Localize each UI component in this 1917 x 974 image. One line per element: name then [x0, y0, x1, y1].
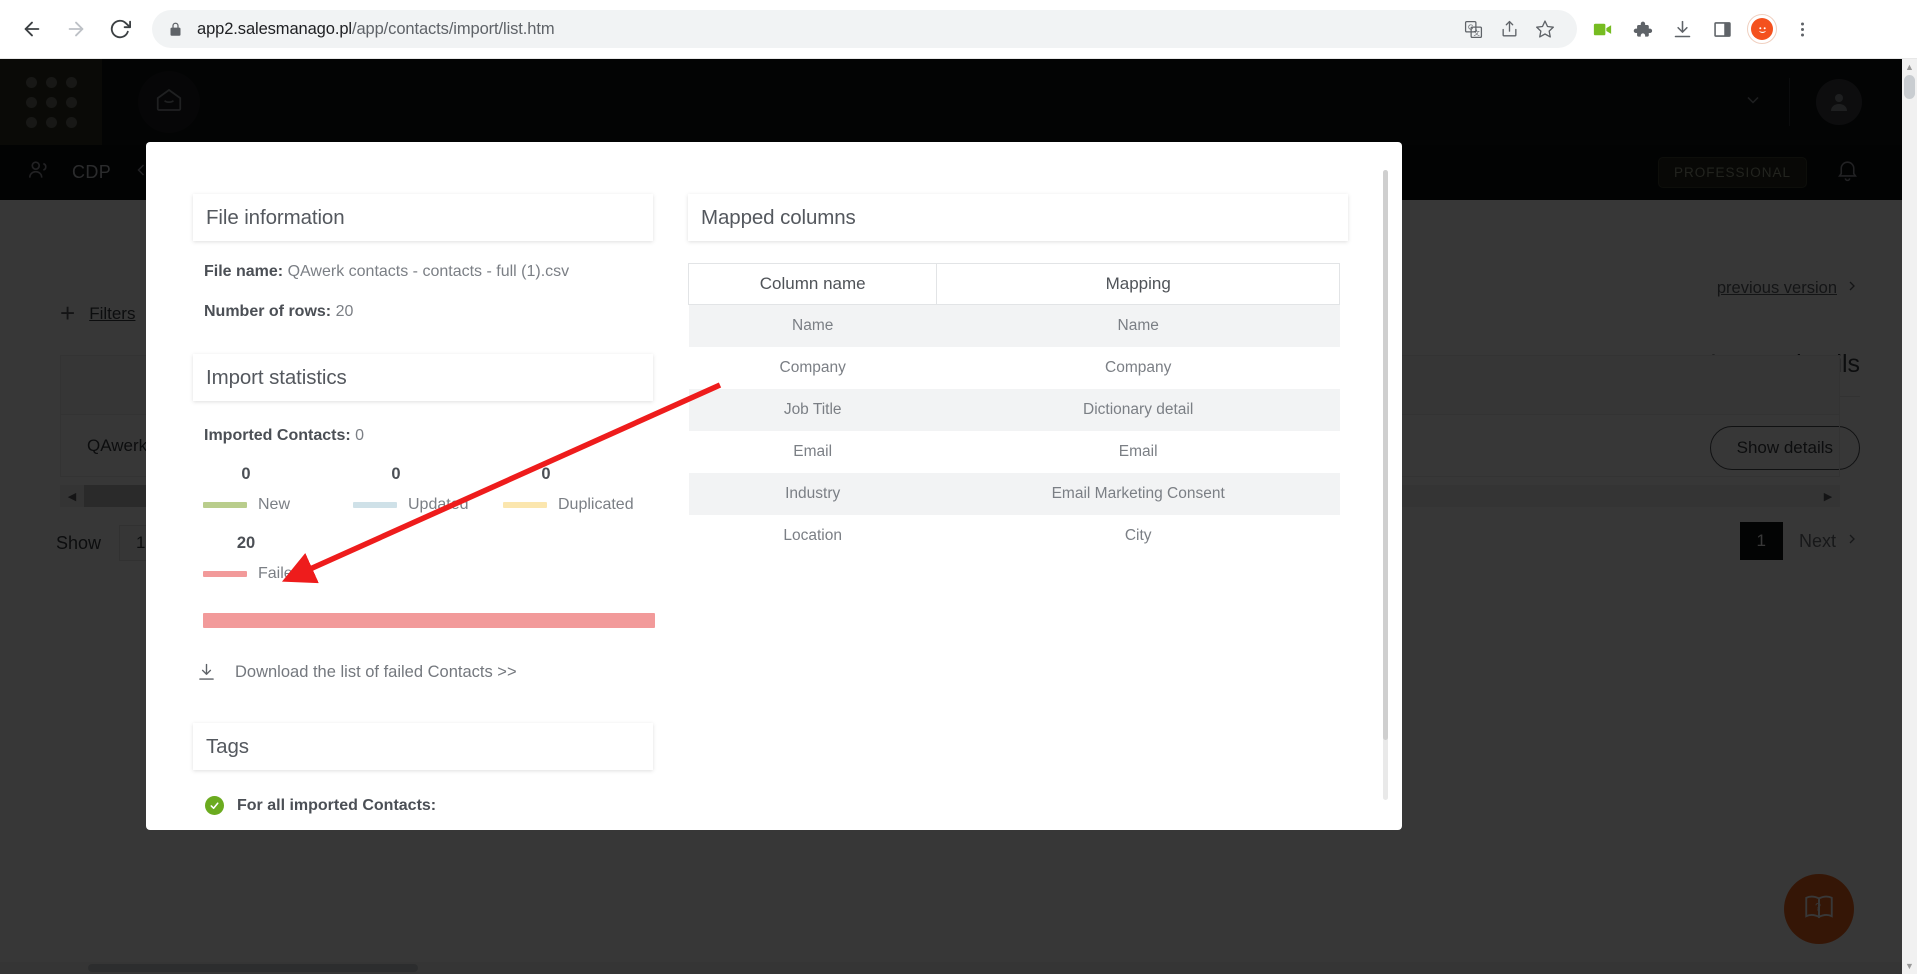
legend-value-updated: 0: [391, 465, 401, 483]
cell-mapping: City: [1124, 526, 1152, 544]
legend-value-failed: 20: [236, 534, 256, 552]
check-circle-icon: [205, 796, 224, 815]
reload-button[interactable]: [98, 7, 142, 51]
browser-toolbar: app2.salesmanago.pl/app/contacts/import/…: [0, 0, 1917, 59]
legend-label-duplicated: Duplicated: [558, 496, 634, 513]
tags-section: Tags For all imported Contacts:: [193, 723, 653, 815]
page-scrollbar[interactable]: ▲ ▼: [1902, 59, 1917, 974]
video-camera-icon[interactable]: [1585, 12, 1619, 46]
table-row: Name Name: [688, 304, 1340, 347]
mapped-columns-header: Mapped columns: [688, 194, 1348, 241]
legend-label-updated: Updated: [408, 496, 469, 513]
cell-column-name: Job Title: [688, 388, 937, 431]
scroll-up-arrow-icon[interactable]: ▲: [1902, 59, 1917, 75]
rows-value: 20: [335, 303, 354, 320]
legend-item-duplicated: 0 Duplicated: [503, 465, 653, 514]
cell-column-name: Email: [793, 442, 833, 460]
imported-contacts-label: Imported Contacts:: [204, 427, 351, 444]
back-button[interactable]: [10, 7, 54, 51]
tags-all-imported-row: For all imported Contacts:: [205, 796, 653, 815]
imported-contacts-row: Imported Contacts: 0: [204, 427, 653, 445]
rows-label: Number of rows:: [204, 303, 332, 320]
failed-progress-bar: [203, 613, 655, 628]
legend-swatch-duplicated: [503, 502, 547, 508]
cell-column-name: Location: [783, 526, 842, 544]
url-host: app2.salesmanago.pl: [197, 19, 352, 38]
star-icon[interactable]: [1529, 13, 1561, 45]
three-dot-menu-icon[interactable]: [1785, 12, 1819, 46]
right-column: Mapped columns Column name Mapping Name: [687, 194, 1348, 557]
table-row: Location City: [689, 515, 1340, 557]
download-icon: [196, 662, 217, 683]
cell-column-name: Industry: [688, 472, 937, 515]
file-information-title: File information: [206, 205, 345, 229]
scroll-down-arrow-icon[interactable]: ▼: [1902, 958, 1917, 974]
imported-contacts-value: 0: [355, 427, 365, 444]
stats-legend-row-1: 0 New 0 Updated 0 Duplicated: [193, 465, 653, 514]
cell-mapping: Company: [1105, 358, 1172, 376]
table-header-row: Column name Mapping: [687, 263, 1340, 305]
url-text: app2.salesmanago.pl/app/contacts/import/…: [197, 19, 555, 39]
cell-mapping: Email Marketing Consent: [936, 472, 1340, 515]
profile-avatar-icon[interactable]: [1745, 12, 1779, 46]
cell-mapping: Email: [1118, 442, 1158, 460]
tags-all-imported-label: For all imported Contacts:: [237, 796, 437, 814]
mapped-columns-table: Column name Mapping Name Name Company Co…: [687, 263, 1340, 557]
translate-icon[interactable]: G文: [1457, 13, 1489, 45]
share-icon[interactable]: [1493, 13, 1525, 45]
number-of-rows-row: Number of rows: 20: [204, 303, 653, 321]
stats-legend-row-2: 20 Failed: [193, 534, 653, 583]
download-failed-contacts-link[interactable]: Download the list of failed Contacts >>: [196, 662, 653, 683]
page-scrollbar-thumb[interactable]: [1904, 75, 1915, 99]
table-row: Company Company: [689, 347, 1340, 389]
file-information-header: File information: [193, 194, 653, 241]
cell-mapping: Dictionary detail: [936, 388, 1340, 431]
import-summary-modal: File information File name: QAwerk conta…: [146, 142, 1402, 830]
legend-swatch-new: [203, 502, 247, 508]
cell-column-name: Name: [688, 304, 937, 347]
table-row: Industry Email Marketing Consent: [688, 472, 1340, 515]
import-statistics-title: Import statistics: [206, 365, 347, 389]
import-statistics-section: Import statistics Imported Contacts: 0 0: [193, 354, 655, 683]
cell-mapping: Name: [936, 304, 1340, 347]
lock-icon[interactable]: [168, 22, 183, 37]
modal-scrollbar-track[interactable]: [1383, 170, 1388, 800]
legend-item-failed: 20 Failed: [203, 534, 379, 583]
tags-title: Tags: [206, 734, 249, 758]
left-column: File information File name: QAwerk conta…: [193, 194, 655, 815]
side-panel-icon[interactable]: [1705, 12, 1739, 46]
mapped-columns-title: Mapped columns: [701, 205, 856, 229]
legend-value-duplicated: 0: [541, 465, 551, 483]
table-row: Email Email: [689, 431, 1340, 473]
legend-label-new: New: [258, 496, 291, 513]
import-statistics-header: Import statistics: [193, 354, 653, 401]
cell-column-name: Company: [779, 358, 846, 376]
legend-label-failed: Failed: [258, 565, 302, 582]
address-bar[interactable]: app2.salesmanago.pl/app/contacts/import/…: [152, 10, 1577, 48]
forward-button[interactable]: [54, 7, 98, 51]
legend-value-new: 0: [241, 465, 251, 483]
legend-item-new: 0 New: [203, 465, 353, 514]
download-link-label: Download the list of failed Contacts >>: [235, 663, 517, 681]
browser-extension-icons: [1585, 12, 1827, 46]
puzzle-icon[interactable]: [1625, 12, 1659, 46]
legend-swatch-updated: [353, 502, 397, 508]
file-name-label: File name:: [204, 263, 284, 280]
url-path: /app/contacts/import/list.htm: [351, 19, 555, 38]
page-viewport: CDP PROFESSIONAL previous version +: [0, 59, 1902, 974]
tags-header: Tags: [193, 723, 653, 770]
file-name-value: QAwerk contacts - contacts - full (1).cs…: [287, 263, 570, 280]
table-row: Job Title Dictionary detail: [688, 388, 1340, 431]
header-mapping: Mapping: [936, 263, 1340, 305]
legend-swatch-failed: [203, 571, 247, 577]
header-column-name: Column name: [687, 263, 938, 305]
modal-scrollbar-thumb[interactable]: [1383, 170, 1388, 740]
svg-text:文: 文: [1473, 28, 1480, 37]
modal-scroll-area: File information File name: QAwerk conta…: [146, 142, 1402, 830]
legend-item-updated: 0 Updated: [353, 465, 503, 514]
download-icon[interactable]: [1665, 12, 1699, 46]
file-name-row: File name: QAwerk contacts - contacts - …: [204, 263, 653, 281]
